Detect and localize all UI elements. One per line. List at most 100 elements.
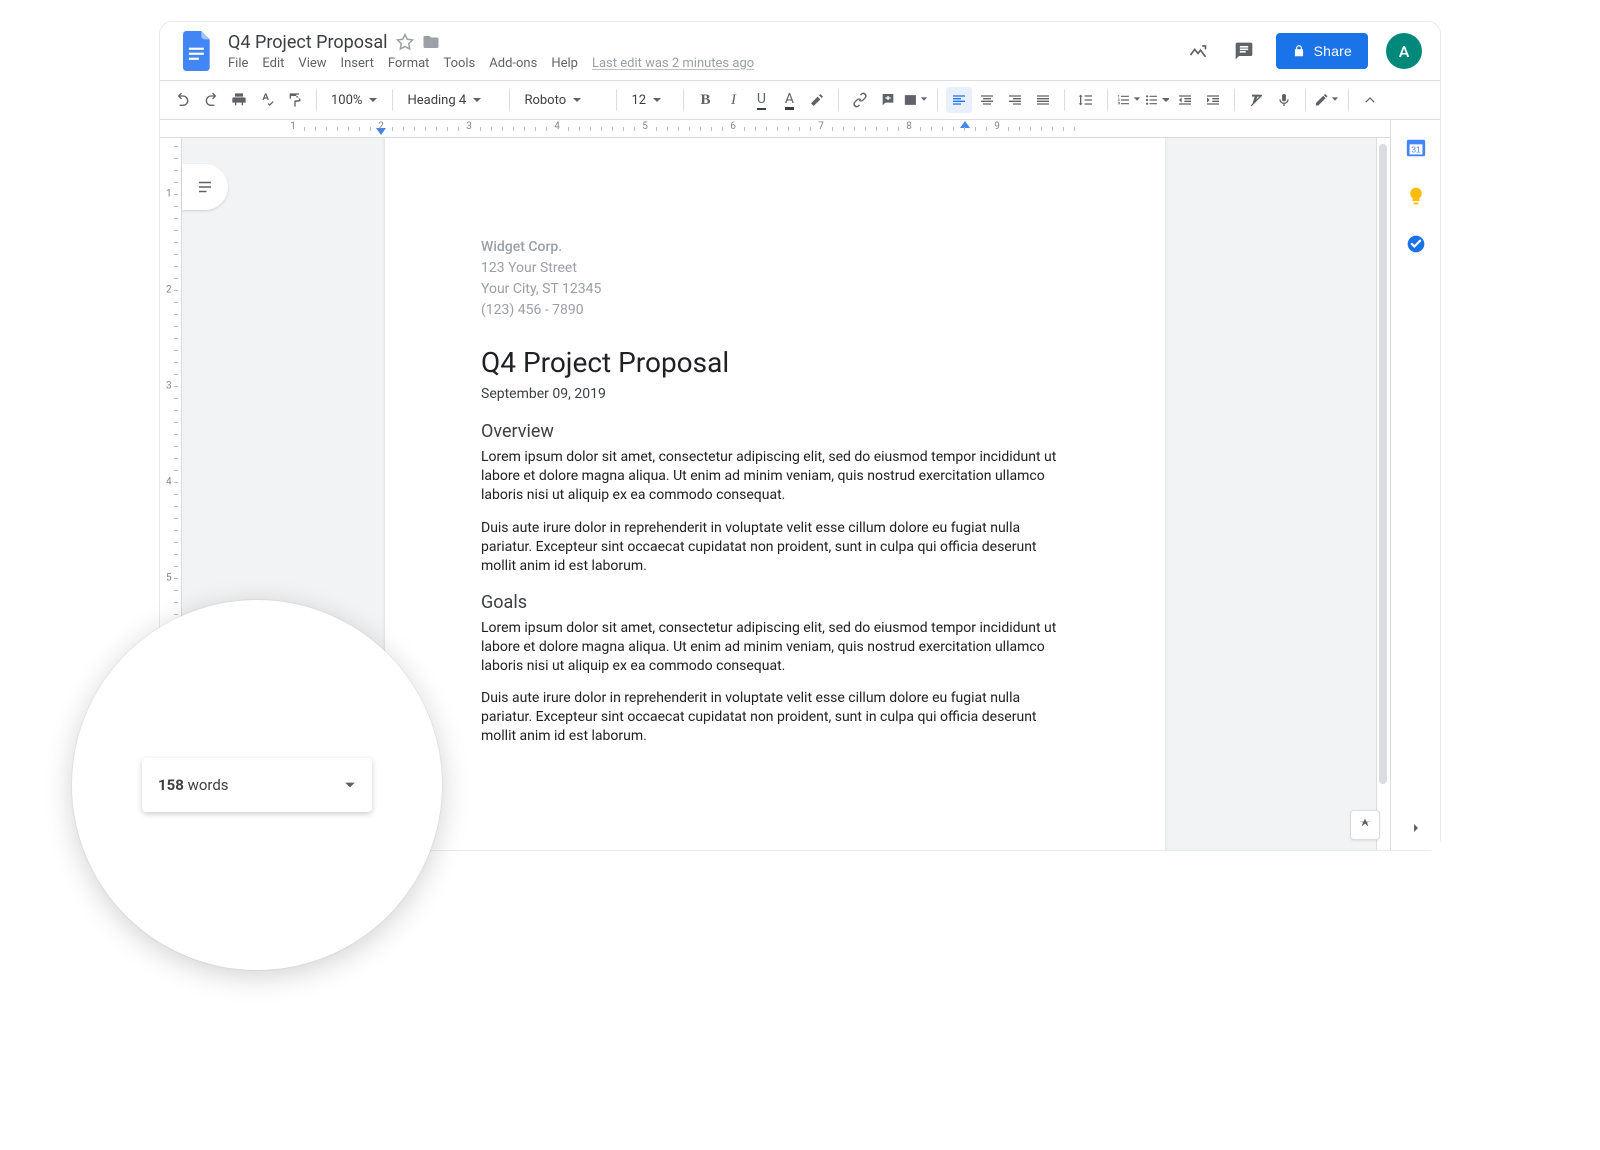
vruler-label: 3 (166, 381, 172, 392)
print-icon[interactable] (226, 87, 252, 113)
caret-down-icon (344, 779, 356, 791)
align-justify-icon[interactable] (1030, 87, 1056, 113)
horizontal-ruler[interactable]: 1 2 3 4 5 6 7 8 9 (160, 120, 1390, 138)
caret-down-icon (572, 95, 582, 105)
vertical-scrollbar-track[interactable] (1376, 138, 1390, 850)
numbered-list-icon[interactable] (1116, 87, 1142, 113)
bold-icon[interactable]: B (692, 87, 718, 113)
redo-icon[interactable] (198, 87, 224, 113)
address-city: Your City, ST 12345 (481, 280, 1069, 299)
ruler-label: 2 (378, 121, 384, 132)
spellcheck-icon[interactable] (254, 87, 280, 113)
vruler-label: 5 (166, 573, 172, 584)
ruler-label: 9 (994, 121, 1000, 132)
menu-addons[interactable]: Add-ons (489, 56, 537, 71)
undo-icon[interactable] (170, 87, 196, 113)
document-page[interactable]: Widget Corp. 123 Your Street Your City, … (385, 138, 1165, 850)
highlight-icon[interactable] (804, 87, 830, 113)
ruler-label: 3 (466, 121, 472, 132)
last-edit-link[interactable]: Last edit was 2 minutes ago (592, 56, 754, 71)
company-name: Widget Corp. (481, 238, 1069, 257)
insert-image-icon[interactable] (903, 87, 929, 113)
caret-down-icon (472, 95, 482, 105)
menu-bar: File Edit View Insert Format Tools Add-o… (228, 56, 754, 71)
docs-logo-icon[interactable] (178, 29, 218, 73)
lock-icon (1292, 44, 1306, 58)
vruler-label: 4 (166, 477, 172, 488)
vruler-label: 2 (166, 285, 172, 296)
indent-increase-icon[interactable] (1200, 87, 1226, 113)
ruler-label: 5 (642, 121, 648, 132)
underline-icon[interactable]: U (748, 87, 774, 113)
font-size-dropdown[interactable]: 12 (625, 87, 675, 113)
align-left-icon[interactable] (946, 87, 972, 113)
side-panel-expand-icon[interactable] (1404, 816, 1428, 840)
share-label: Share (1314, 43, 1352, 59)
address-phone: (123) 456 - 7890 (481, 301, 1069, 320)
font-dropdown[interactable]: Roboto (518, 87, 608, 113)
document-title[interactable]: Q4 Project Proposal (228, 32, 388, 53)
ruler-label: 8 (906, 121, 912, 132)
vertical-scrollbar-thumb[interactable] (1379, 144, 1387, 784)
insert-link-icon[interactable] (847, 87, 873, 113)
account-avatar[interactable]: A (1386, 33, 1422, 69)
indent-decrease-icon[interactable] (1172, 87, 1198, 113)
caret-down-icon (652, 95, 662, 105)
overview-heading: Overview (481, 421, 1069, 442)
keep-app-icon[interactable] (1404, 184, 1428, 208)
ruler-label: 6 (730, 121, 736, 132)
vruler-label: 1 (166, 189, 172, 200)
address-street: 123 Your Street (481, 259, 1069, 278)
insert-comment-icon[interactable] (875, 87, 901, 113)
ruler-label: 1 (290, 121, 296, 132)
move-folder-icon[interactable] (422, 33, 440, 51)
activity-icon[interactable] (1184, 37, 1212, 65)
menu-view[interactable]: View (298, 56, 326, 71)
word-count-text: 158 words (158, 776, 229, 794)
paragraph-style-dropdown[interactable]: Heading 4 (401, 87, 501, 113)
bulleted-list-icon[interactable] (1144, 87, 1170, 113)
goals-heading: Goals (481, 592, 1069, 613)
italic-icon[interactable]: I (720, 87, 746, 113)
text-color-icon[interactable]: A (776, 87, 802, 113)
share-button[interactable]: Share (1276, 33, 1368, 69)
caret-down-icon (1133, 95, 1142, 105)
caret-down-icon (1161, 95, 1170, 105)
calendar-app-icon[interactable]: 31 (1404, 136, 1428, 160)
comments-icon[interactable] (1230, 37, 1258, 65)
menu-help[interactable]: Help (551, 56, 578, 71)
svg-text:31: 31 (1411, 146, 1421, 155)
goals-paragraph-2: Duis aute irure dolor in reprehenderit i… (481, 689, 1069, 746)
overview-paragraph-2: Duis aute irure dolor in reprehenderit i… (481, 519, 1069, 576)
align-center-icon[interactable] (974, 87, 1000, 113)
menu-tools[interactable]: Tools (443, 56, 475, 71)
overview-paragraph-1: Lorem ipsum dolor sit amet, consectetur … (481, 448, 1069, 505)
caret-down-icon (1331, 95, 1340, 105)
line-spacing-icon[interactable] (1073, 87, 1099, 113)
align-right-icon[interactable] (1002, 87, 1028, 113)
doc-heading-1: Q4 Project Proposal (481, 346, 1069, 379)
collapse-toolbar-icon[interactable] (1357, 87, 1383, 113)
side-panel: 31 (1390, 120, 1440, 850)
title-bar: Q4 Project Proposal File Edit View Inser… (160, 22, 1440, 70)
menu-format[interactable]: Format (388, 56, 430, 71)
zoom-dropdown[interactable]: 100% (325, 87, 384, 113)
ruler-label: 4 (554, 121, 560, 132)
doc-date: September 09, 2019 (481, 385, 1069, 404)
clear-formatting-icon[interactable] (1243, 87, 1269, 113)
editing-mode-icon[interactable] (1314, 87, 1340, 113)
word-count-pill[interactable]: 158 words (142, 758, 372, 812)
paint-format-icon[interactable] (282, 87, 308, 113)
ruler-label: 7 (818, 121, 824, 132)
indent-marker-up-icon[interactable] (960, 121, 970, 128)
explore-button[interactable] (1350, 810, 1380, 840)
caret-down-icon (920, 95, 929, 105)
tasks-app-icon[interactable] (1404, 232, 1428, 256)
voice-typing-icon[interactable] (1271, 87, 1297, 113)
menu-file[interactable]: File (228, 56, 248, 71)
caret-down-icon (368, 95, 378, 105)
star-icon[interactable] (396, 33, 414, 51)
document-outline-toggle[interactable] (182, 164, 228, 210)
menu-edit[interactable]: Edit (262, 56, 284, 71)
menu-insert[interactable]: Insert (341, 56, 374, 71)
